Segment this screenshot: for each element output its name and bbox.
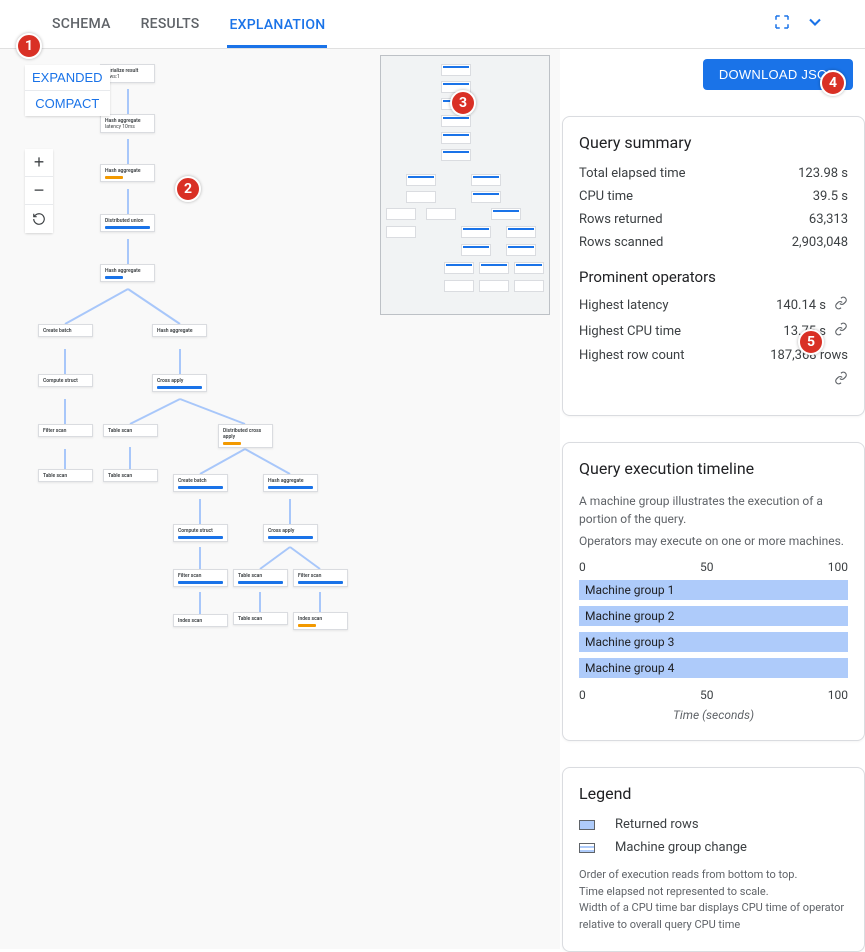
kv-key: Total elapsed time <box>579 166 686 181</box>
callout-4: 4 <box>820 70 846 96</box>
right-panel: DOWNLOAD JSON Query summary Total elapse… <box>562 49 865 952</box>
timeline-axis-top: 050100 <box>579 560 848 574</box>
timeline-bar[interactable]: Machine group 2 <box>579 606 848 626</box>
plan-node[interactable]: Filter scan <box>38 424 93 437</box>
kv-val: 140.14 s <box>776 298 826 313</box>
zoom-out-button[interactable]: − <box>25 177 53 205</box>
legend-title: Legend <box>579 784 848 803</box>
plan-node[interactable]: Filter scan <box>173 569 228 587</box>
plan-node[interactable]: Index scan <box>293 612 348 630</box>
timeline-desc: Operators may execute on one or more mac… <box>579 532 848 550</box>
kv-key: Highest row count <box>579 348 684 363</box>
timeline-xlabel: Time (seconds) <box>579 708 848 722</box>
plan-node[interactable]: Table scan <box>233 569 288 587</box>
tab-explanation[interactable]: EXPLANATION <box>227 3 327 48</box>
plan-node[interactable]: Table scan <box>103 469 158 482</box>
plan-node[interactable]: Hash aggregatelatency 10ms <box>100 114 155 133</box>
kv-val: 123.98 s <box>798 166 848 181</box>
timeline-bars: Machine group 1 Machine group 2 Machine … <box>579 580 848 678</box>
kv-val: 39.5 s <box>813 189 848 204</box>
plan-node[interactable]: Table scan <box>38 469 93 482</box>
summary-card: Query summary Total elapsed time 123.98 s… <box>562 116 865 416</box>
tab-results[interactable]: RESULTS <box>139 2 202 46</box>
legend-label: Machine group change <box>615 840 747 855</box>
kv-key: Rows returned <box>579 212 663 227</box>
kv-key: Highest CPU time <box>579 324 681 339</box>
swatch-returned <box>579 820 595 830</box>
callout-1: 1 <box>16 33 42 59</box>
callout-3: 3 <box>450 90 476 116</box>
zoom-controls: + − <box>25 149 53 233</box>
tabs-bar: SCHEMA RESULTS EXPLANATION <box>0 0 865 49</box>
timeline-axis-bottom: 050100 <box>579 688 848 702</box>
timeline-bar[interactable]: Machine group 4 <box>579 658 848 678</box>
compact-button[interactable]: COMPACT <box>25 91 110 116</box>
callout-2: 2 <box>175 176 201 202</box>
chevron-down-icon[interactable] <box>805 12 825 36</box>
plan-node[interactable]: Create batch <box>173 474 228 492</box>
legend-label: Returned rows <box>615 817 699 832</box>
fullscreen-icon[interactable] <box>773 13 791 35</box>
summary-title: Query summary <box>579 133 848 152</box>
plan-node[interactable]: Table scan <box>103 424 158 437</box>
plan-node[interactable]: Table scan <box>233 612 288 625</box>
legend-note: Order of execution reads from bottom to … <box>579 867 848 933</box>
tab-actions <box>773 12 825 36</box>
kv-key: Rows scanned <box>579 235 663 250</box>
view-toggle: EXPANDED COMPACT <box>25 65 110 116</box>
link-icon[interactable] <box>834 322 848 340</box>
expanded-button[interactable]: EXPANDED <box>25 65 110 91</box>
kv-key: CPU time <box>579 189 633 204</box>
plan-node[interactable]: Index scan <box>173 614 228 627</box>
plan-node[interactable]: Distributed union <box>100 214 155 232</box>
swatch-mgc <box>579 843 595 853</box>
legend-card: Legend Returned rows Machine group chang… <box>562 767 865 952</box>
link-icon[interactable] <box>834 371 848 389</box>
kv-val: 63,313 <box>809 212 848 227</box>
plan-node[interactable]: Hash aggregate <box>100 264 155 282</box>
tab-row: SCHEMA RESULTS EXPLANATION <box>50 2 327 46</box>
reset-zoom-button[interactable] <box>25 205 53 233</box>
plan-node[interactable]: Hash aggregate <box>100 164 155 182</box>
plan-node[interactable]: Create batch <box>38 324 93 337</box>
plan-node[interactable]: Hash aggregate <box>152 324 207 337</box>
kv-val: 2,903,048 <box>792 235 848 250</box>
plan-canvas[interactable]: EXPANDED COMPACT + − <box>0 49 560 949</box>
callout-5: 5 <box>798 329 824 355</box>
plan-node[interactable]: Cross apply <box>152 374 207 392</box>
prominent-title: Prominent operators <box>579 268 848 286</box>
link-icon[interactable] <box>834 296 848 314</box>
timeline-bar[interactable]: Machine group 3 <box>579 632 848 652</box>
timeline-bar[interactable]: Machine group 1 <box>579 580 848 600</box>
plan-node[interactable]: Hash aggregate <box>263 474 318 492</box>
zoom-in-button[interactable]: + <box>25 149 53 177</box>
plan-node[interactable]: Cross apply <box>263 524 318 542</box>
plan-node[interactable]: Compute struct <box>38 374 93 387</box>
timeline-desc: A machine group illustrates the executio… <box>579 492 848 528</box>
timeline-card: Query execution timeline A machine group… <box>562 442 865 741</box>
plan-node[interactable]: Distributed cross apply <box>218 424 273 448</box>
kv-key: Highest latency <box>579 298 669 313</box>
plan-node[interactable]: Filter scan <box>293 569 348 587</box>
plan-node[interactable]: Compute struct <box>173 524 228 542</box>
timeline-title: Query execution timeline <box>579 459 848 478</box>
tab-schema[interactable]: SCHEMA <box>50 2 113 46</box>
